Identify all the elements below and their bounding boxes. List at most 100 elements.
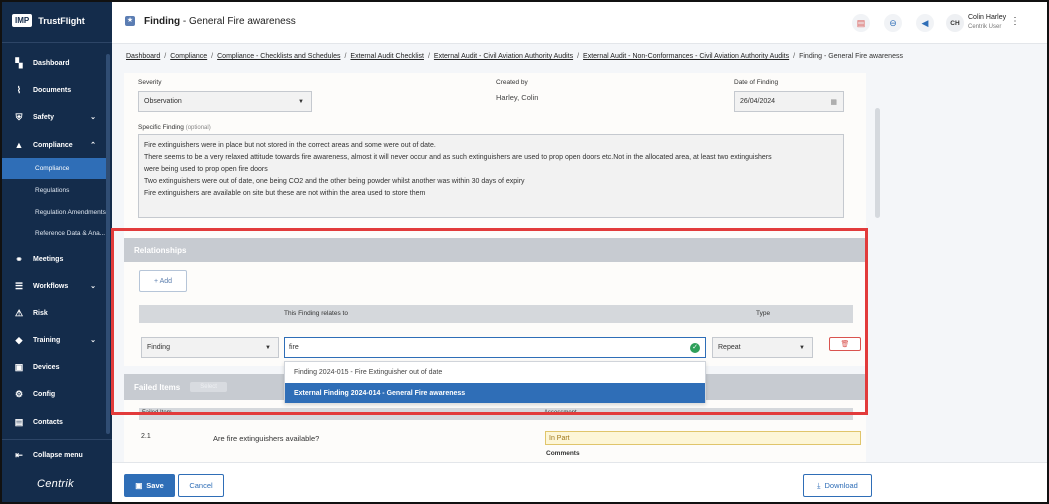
shield-icon: ⛨ [15,112,23,122]
sidebar-item-risk[interactable]: ⚠ Risk [2,302,106,324]
textarea-line: Two extinguishers were out of date, one … [144,178,525,185]
annotation-highlight-box [111,228,868,415]
specific-finding-textarea[interactable]: Fire extinguishers were in place but not… [138,134,844,218]
breadcrumb-separator: / [211,53,214,60]
specific-finding-label-text: Specific Finding [138,124,184,131]
finding-details-card: Severity Observation ▼ Created by Harley… [124,73,866,244]
sidebar-item-config[interactable]: ⚙ Config [2,383,106,405]
sidebar-item-label: Compliance [33,141,73,149]
avatar[interactable]: CH [946,14,964,32]
sidebar-subitem-compliance[interactable]: Compliance [2,158,106,179]
chevron-down-icon: ⌄ [90,114,96,121]
sidebar-item-contacts[interactable]: ▤ Contacts [2,411,106,433]
download-button[interactable]: ⤓ Download [803,474,872,497]
date-value: 26/04/2024 [740,98,776,105]
severity-label: Severity [138,79,162,86]
app-window: IMP TrustFlight ▚ Dashboard ⌇ Documents … [0,0,1049,504]
sidebar-item-compliance[interactable]: ▲ Compliance ⌃ [2,134,106,156]
breadcrumb-link-checklists[interactable]: Compliance - Checklists and Schedules [217,53,340,60]
announcement-icon[interactable]: ◀ [916,14,934,32]
divider [2,42,112,43]
sidebar-item-workflows[interactable]: ☰ Workflows ⌄ [2,275,106,297]
sidebar-item-safety[interactable]: ⛨ Safety ⌄ [2,106,106,128]
calendar-icon[interactable]: ▦ [830,98,837,106]
sidebar-item-meetings[interactable]: ⚭ Meetings [2,248,106,270]
breadcrumb: Dashboard / Compliance / Compliance - Checkl… [126,53,903,60]
sidebar-item-label: Workflows [33,282,69,290]
breadcrumb-separator: / [164,53,167,60]
sidebar: IMP TrustFlight ▚ Dashboard ⌇ Documents … [2,2,112,502]
warning-icon: ⚠ [14,308,24,318]
more-options-icon[interactable]: ⋮ [1010,16,1020,27]
centrik-logo: Centrik [37,478,74,490]
download-icon: ⤓ [817,480,821,490]
logo-mark: IMP [12,14,33,27]
breadcrumb-link-caa-audits[interactable]: External Audit - Civil Aviation Authorit… [434,53,573,60]
download-label: Download [824,481,858,490]
sidebar-item-documents[interactable]: ⌇ Documents [2,79,106,101]
severity-value: Observation [144,98,182,105]
sidebar-item-label: Documents [33,86,72,94]
page-title-suffix: - General Fire awareness [182,16,296,27]
created-by-value: Harley, Colin [496,93,539,102]
print-icon[interactable]: ▤ [852,14,870,32]
textarea-line: were being used to prop open fire doors [144,166,268,173]
user-role: Centrik User [968,24,1002,30]
sidebar-item-dashboard[interactable]: ▚ Dashboard [2,52,106,74]
devices-icon: ▣ [14,362,24,372]
save-icon: ▣ [135,481,143,490]
breadcrumb-separator: / [427,53,430,60]
link-icon[interactable]: ⊖ [884,14,902,32]
sidebar-item-label: Dashboard [33,59,70,67]
collapse-menu-button[interactable]: ⇤ Collapse menu [2,444,106,466]
breadcrumb-link-non-conformances[interactable]: External Audit - Non-Conformances - Civi… [583,53,789,60]
sidebar-subitem-label: Regulations [35,187,70,194]
save-button[interactable]: ▣ Save [124,474,175,497]
date-input[interactable]: 26/04/2024 ▦ [734,91,844,112]
training-icon: ◆ [15,335,23,345]
optional-hint: (optional) [185,125,211,131]
failed-item-question: Are fire extinguishers available? [213,434,320,443]
page-title-prefix: Finding [144,16,181,27]
logo: IMP TrustFlight [12,14,85,27]
failed-item-number: 2.1 [141,433,151,440]
sidebar-subitem-label: Regulation Amendments [35,209,106,216]
content-scrollbar[interactable] [875,108,880,218]
save-label: Save [146,481,164,490]
sidebar-subitem-regulations[interactable]: Regulations [2,180,106,201]
form-footer: ▣ Save Cancel ⤓ Download [112,462,1047,502]
breadcrumb-link-external-audit-checklist[interactable]: External Audit Checklist [350,53,424,60]
breadcrumb-link-dashboard[interactable]: Dashboard [126,53,160,60]
paperclip-icon: ⌇ [16,85,22,95]
dashboard-icon: ▚ [15,58,23,68]
sidebar-item-label: Training [33,336,61,344]
contacts-icon: ▤ [14,417,24,427]
breadcrumb-current: Finding - General Fire awareness [799,53,903,60]
sidebar-item-label: Risk [33,309,48,317]
comments-label: Comments [546,450,580,457]
breadcrumb-link-compliance[interactable]: Compliance [170,53,207,60]
finding-icon: ★ [125,16,135,26]
workflow-icon: ☰ [14,281,24,291]
sidebar-scrollbar[interactable] [106,54,110,434]
sidebar-item-training[interactable]: ◆ Training ⌄ [2,329,106,351]
page-title: Finding - General Fire awareness [144,16,296,27]
date-label: Date of Finding [734,79,779,86]
sidebar-subitem-reference-data[interactable]: Reference Data & Ana... [2,223,106,244]
config-icon: ⚙ [14,389,24,399]
logo-text: TrustFlight [38,15,85,26]
sidebar-subitem-regulation-amendments[interactable]: Regulation Amendments [2,202,106,223]
textarea-line: Fire extinguishers are available on site… [144,190,426,197]
assessment-badge: In Part [545,431,861,445]
chevron-up-icon: ⌃ [90,142,96,149]
sidebar-subitem-label: Reference Data & Ana... [35,230,106,237]
sidebar-item-devices[interactable]: ▣ Devices [2,356,106,378]
divider [2,439,112,440]
collapse-icon: ⇤ [15,450,23,460]
created-by-label: Created by [496,79,528,86]
cancel-button[interactable]: Cancel [178,474,224,497]
meetings-icon: ⚭ [15,254,23,264]
chevron-down-icon: ▼ [298,98,304,105]
collapse-menu-label: Collapse menu [33,451,83,459]
severity-select[interactable]: Observation ▼ [138,91,312,112]
